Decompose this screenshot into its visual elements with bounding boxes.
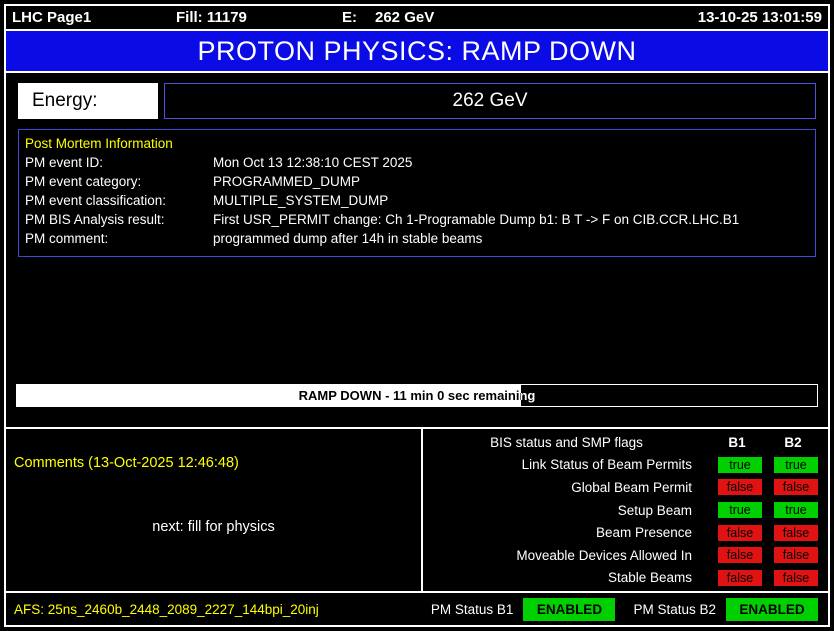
pm-status-b1-label: PM Status B1: [430, 601, 514, 617]
bis-row-global-beam-permit: Global Beam Permit false false: [427, 476, 818, 499]
pm-status-b2-label: PM Status B2: [633, 601, 716, 617]
afs-filling-scheme: AFS: 25ns_2460b_2448_2089_2227_144bpi_20…: [14, 601, 319, 617]
bis-row-setup-beam: Setup Beam true true: [427, 499, 818, 522]
fill-number: Fill: 11179: [176, 9, 247, 26]
energy-readout-value: 262 GeV: [375, 9, 435, 26]
energy-value: 262 GeV: [164, 83, 816, 119]
energy-prefix: E:: [342, 9, 357, 26]
pm-row-label: PM BIS Analysis result:: [25, 212, 165, 227]
flag-badge-b1: false: [718, 569, 762, 586]
bis-row-label: Link Status of Beam Permits: [521, 457, 692, 473]
beam-mode-title: PROTON PHYSICS: RAMP DOWN: [197, 35, 637, 66]
flag-badge-b2: false: [774, 547, 818, 564]
flag-badge-b2: true: [774, 502, 818, 519]
post-mortem-panel: Post Mortem Information PM event ID: Mon…: [18, 129, 816, 257]
bis-title: BIS status and SMP flags: [490, 434, 643, 450]
top-status-bar: LHC Page1 Fill: 11179 E: 262 GeV 13-10-25…: [6, 6, 828, 31]
ramp-progress-bar: RAMP DOWN - 11 min 0 sec remaining RAMP …: [16, 384, 818, 407]
bis-col-b1: B1: [728, 434, 746, 450]
flag-badge-b1: false: [718, 479, 762, 496]
pm-row-value: Mon Oct 13 12:38:10 CEST 2025: [213, 155, 413, 170]
flag-badge-b1: true: [718, 456, 762, 473]
pm-status-b1-badge: ENABLED: [523, 597, 616, 621]
comments-title: Comments (13-Oct-2025 12:46:48): [14, 455, 239, 471]
screen-frame: LHC Page1 Fill: 11179 E: 262 GeV 13-10-25…: [4, 4, 830, 627]
bis-row-label: Setup Beam: [617, 502, 692, 518]
bis-row-stable-beams: Stable Beams false false: [427, 566, 818, 589]
bottom-panel: Comments (13-Oct-2025 12:46:48) next: fi…: [6, 429, 828, 593]
footer-bar: AFS: 25ns_2460b_2448_2089_2227_144bpi_20…: [6, 593, 828, 625]
flag-badge-b1: true: [718, 502, 762, 519]
pm-row-category: PM event category: PROGRAMMED_DUMP: [25, 172, 809, 191]
pm-row-classification: PM event classification: MULTIPLE_SYSTEM…: [25, 191, 809, 210]
energy-row: Energy: 262 GeV: [18, 83, 816, 119]
pm-row-value: programmed dump after 14h in stable beam…: [213, 231, 483, 246]
bis-row-beam-presence: Beam Presence false false: [427, 521, 818, 544]
pm-row-label: PM comment:: [25, 231, 109, 246]
pm-row-value: MULTIPLE_SYSTEM_DUMP: [213, 193, 389, 208]
bis-row-label: Beam Presence: [595, 525, 692, 541]
flag-badge-b2: false: [774, 479, 818, 496]
bis-row-label: Stable Beams: [607, 570, 692, 586]
pm-row-value: First USR_PERMIT change: Ch 1-Programabl…: [213, 212, 740, 227]
pm-row-comment: PM comment: programmed dump after 14h in…: [25, 229, 809, 248]
bis-row-moveable-devices: Moveable Devices Allowed In false false: [427, 544, 818, 567]
energy-label: Energy:: [18, 83, 158, 119]
page-title: LHC Page1: [12, 9, 92, 26]
pm-row-label: PM event category:: [25, 174, 142, 189]
pm-row-event-id: PM event ID: Mon Oct 13 12:38:10 CEST 20…: [25, 153, 809, 172]
pm-row-bis-analysis: PM BIS Analysis result: First USR_PERMIT…: [25, 210, 809, 229]
pm-row-value: PROGRAMMED_DUMP: [213, 174, 361, 189]
pm-row-label: PM event classification:: [25, 193, 167, 208]
flag-badge-b2: false: [774, 524, 818, 541]
flag-badge-b1: false: [718, 524, 762, 541]
bis-row-label: Moveable Devices Allowed In: [516, 547, 692, 563]
flag-badge-b2: true: [774, 456, 818, 473]
beam-energy-readout: E: 262 GeV: [342, 9, 434, 26]
bis-row-label: Global Beam Permit: [571, 479, 692, 495]
flag-badge-b2: false: [774, 569, 818, 586]
bis-col-b2: B2: [784, 434, 802, 450]
datetime: 13-10-25 13:01:59: [697, 9, 822, 26]
comments-body: next: fill for physics: [152, 519, 275, 535]
bis-row-link-status: Link Status of Beam Permits true true: [427, 454, 818, 477]
pm-row-label: PM event ID:: [25, 155, 104, 170]
pm-status-b2-badge: ENABLED: [726, 597, 818, 621]
post-mortem-title: Post Mortem Information: [25, 136, 173, 151]
bis-panel: BIS status and SMP flags B1 B2 Link Stat…: [421, 429, 828, 591]
beam-mode-banner: PROTON PHYSICS: RAMP DOWN: [6, 31, 828, 73]
main-panel: Energy: 262 GeV Post Mortem Information …: [6, 73, 828, 429]
bis-header-row: BIS status and SMP flags B1 B2: [427, 431, 818, 454]
lhc-page1-screen: LHC Page1 Fill: 11179 E: 262 GeV 13-10-25…: [0, 0, 834, 631]
comments-panel: Comments (13-Oct-2025 12:46:48) next: fi…: [6, 429, 421, 591]
flag-badge-b1: false: [718, 547, 762, 564]
